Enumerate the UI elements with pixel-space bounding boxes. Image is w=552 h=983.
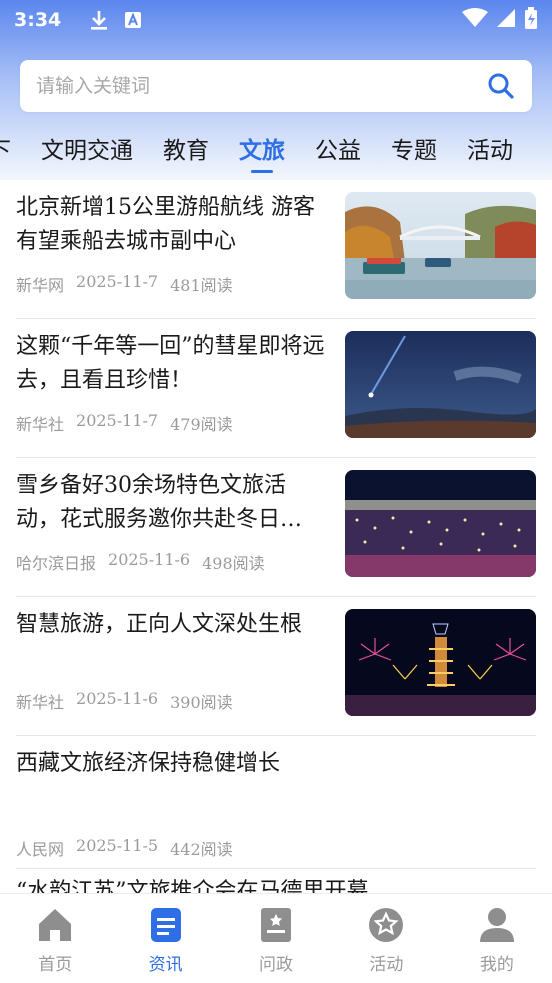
news-source: 新华社: [16, 693, 65, 712]
news-date: 2025-11-7: [76, 411, 159, 430]
news-list: 北京新增15公里游船航线 游客有望乘船去城市副中心 新华网 2025-11-7 …: [0, 180, 552, 893]
news-source: 新华社: [16, 415, 65, 434]
search-input[interactable]: [36, 75, 486, 97]
news-reads: 442阅读: [170, 840, 233, 859]
tab-special-topic[interactable]: 专题: [391, 131, 437, 165]
news-meta: 新华网 2025-11-7 481阅读: [16, 272, 233, 296]
category-tabs: 下 文明交通 教育 文旅 公益 专题 活动: [0, 126, 543, 170]
news-icon: [150, 908, 181, 942]
news-reads: 481阅读: [170, 276, 233, 295]
news-reads: 498阅读: [202, 554, 265, 573]
nav-label-activities: 活动: [369, 955, 404, 975]
tab-activities[interactable]: 活动: [467, 131, 513, 165]
news-item[interactable]: 智慧旅游，正向人文深处生根 新华社 2025-11-6 390阅读: [16, 597, 536, 736]
nav-inquiry[interactable]: 问政: [221, 894, 331, 983]
bottom-navigation: 首页 资讯 问政 活动 我的: [0, 893, 552, 983]
news-item[interactable]: 西藏文旅经济保持稳健增长 人民网 2025-11-5 442阅读: [16, 736, 536, 869]
wifi-icon: [462, 8, 488, 32]
tab-partial[interactable]: 下: [0, 131, 11, 165]
news-item[interactable]: 北京新增15公里游船航线 游客有望乘船去城市副中心 新华网 2025-11-7 …: [16, 180, 536, 319]
news-title: 这颗“千年等一回”的彗星即将远去，且看且珍惜！: [16, 334, 325, 393]
news-date: 2025-11-6: [108, 550, 191, 569]
status-right-icons: [462, 7, 538, 33]
nav-label-news: 资讯: [148, 955, 183, 975]
nav-label-home: 首页: [38, 955, 73, 975]
news-item[interactable]: “水韵江苏”文旅推介会在马德里开幕: [16, 869, 536, 893]
home-icon: [39, 909, 72, 941]
news-source: 人民网: [16, 840, 65, 859]
news-title: 雪乡备好30余场特色文旅活动，花式服务邀你共赴冬日…: [16, 473, 303, 532]
news-date: 2025-11-6: [76, 689, 159, 708]
tab-culture-tourism[interactable]: 文旅: [239, 131, 285, 165]
nav-news[interactable]: 资讯: [110, 894, 220, 983]
news-date: 2025-11-7: [76, 272, 159, 291]
nav-label-inquiry: 问政: [259, 955, 294, 975]
news-item[interactable]: 这颗“千年等一回”的彗星即将远去，且看且珍惜！ 新华社 2025-11-7 47…: [16, 319, 536, 458]
news-meta: 新华社 2025-11-6 390阅读: [16, 689, 233, 713]
nav-profile[interactable]: 我的: [442, 894, 552, 983]
news-meta: 新华社 2025-11-7 479阅读: [16, 411, 233, 435]
download-icon: [87, 8, 111, 32]
news-thumbnail-boat-river[interactable]: [345, 192, 536, 299]
tab-public-welfare[interactable]: 公益: [315, 131, 361, 165]
news-thumbnail-snow-festival-crowd[interactable]: [345, 470, 536, 577]
news-title: 西藏文旅经济保持稳健增长: [16, 751, 281, 776]
news-reads: 479阅读: [170, 415, 233, 434]
news-title: “水韵江苏”文旅推介会在马德里开幕: [16, 879, 369, 893]
inquiry-icon: [261, 908, 292, 942]
tab-education[interactable]: 教育: [163, 131, 209, 165]
search-icon[interactable]: [486, 71, 516, 101]
search-bar[interactable]: [20, 60, 532, 112]
nav-activities[interactable]: 活动: [331, 894, 441, 983]
news-meta: 哈尔滨日报 2025-11-6 498阅读: [16, 550, 265, 574]
star-badge-icon: [369, 908, 404, 942]
news-date: 2025-11-5: [76, 836, 159, 855]
signal-icon: [496, 8, 516, 32]
news-item[interactable]: 雪乡备好30余场特色文旅活动，花式服务邀你共赴冬日… 哈尔滨日报 2025-11…: [16, 458, 536, 597]
news-thumbnail-pagoda-fireworks[interactable]: [345, 609, 536, 716]
status-time: 3:34: [14, 9, 62, 31]
app-a-icon: [121, 8, 145, 32]
news-title: 智慧旅游，正向人文深处生根: [16, 612, 303, 637]
news-thumbnail-comet-night[interactable]: [345, 331, 536, 438]
news-title: 北京新增15公里游船航线 游客有望乘船去城市副中心: [16, 195, 315, 254]
nav-home[interactable]: 首页: [0, 894, 110, 983]
battery-icon: [524, 7, 538, 33]
nav-label-profile: 我的: [479, 955, 514, 975]
news-source: 新华网: [16, 276, 65, 295]
news-reads: 390阅读: [170, 693, 233, 712]
status-bar: 3:34: [0, 0, 552, 40]
tab-civilized-traffic[interactable]: 文明交通: [41, 131, 133, 165]
news-source: 哈尔滨日报: [16, 554, 97, 573]
user-icon: [479, 908, 514, 942]
news-meta: 人民网 2025-11-5 442阅读: [16, 836, 233, 860]
